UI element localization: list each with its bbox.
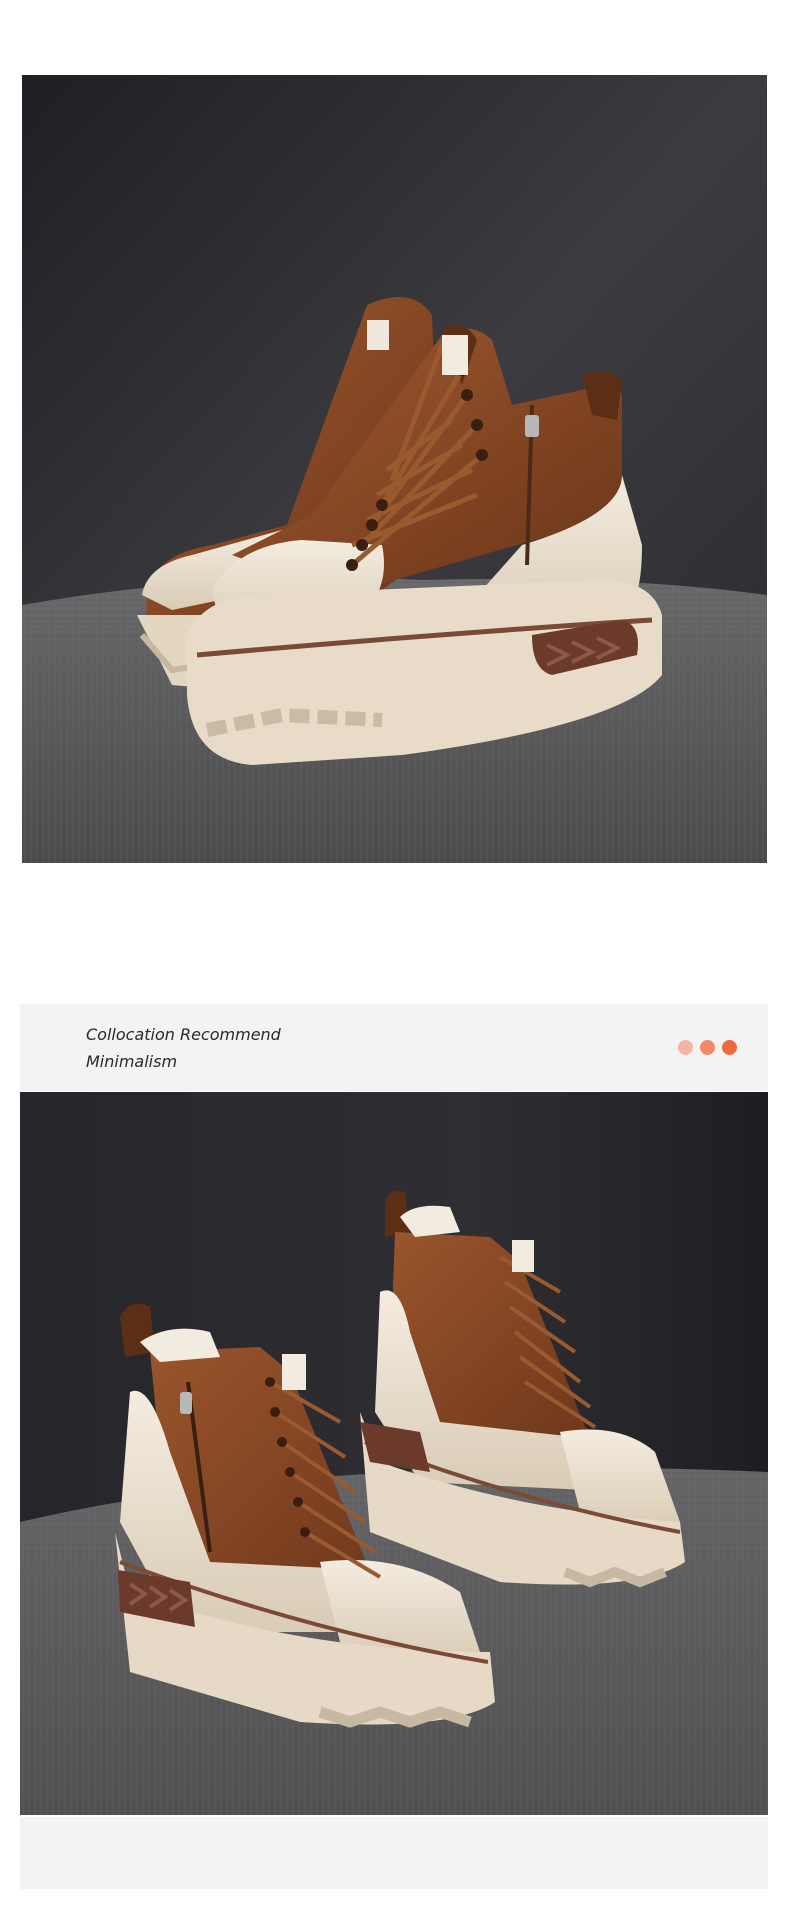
collocation-title: Collocation Recommend [86, 1025, 281, 1044]
sneakers-photo-2 [20, 1092, 768, 1815]
product-photo-pair-front [22, 75, 767, 863]
sneakers-photo-1 [22, 75, 767, 863]
collocation-header: Collocation Recommend Minimalism [20, 1004, 768, 1091]
collocation-subtitle: Minimalism [86, 1052, 178, 1071]
dot-light [678, 1040, 693, 1055]
dot-medium [700, 1040, 715, 1055]
decorative-dots [678, 1040, 737, 1055]
product-photo-pair-side [20, 1092, 768, 1815]
dot-dark [722, 1040, 737, 1055]
footer-bar [20, 1817, 768, 1889]
collocation-text: Collocation Recommend Minimalism [86, 1021, 281, 1075]
